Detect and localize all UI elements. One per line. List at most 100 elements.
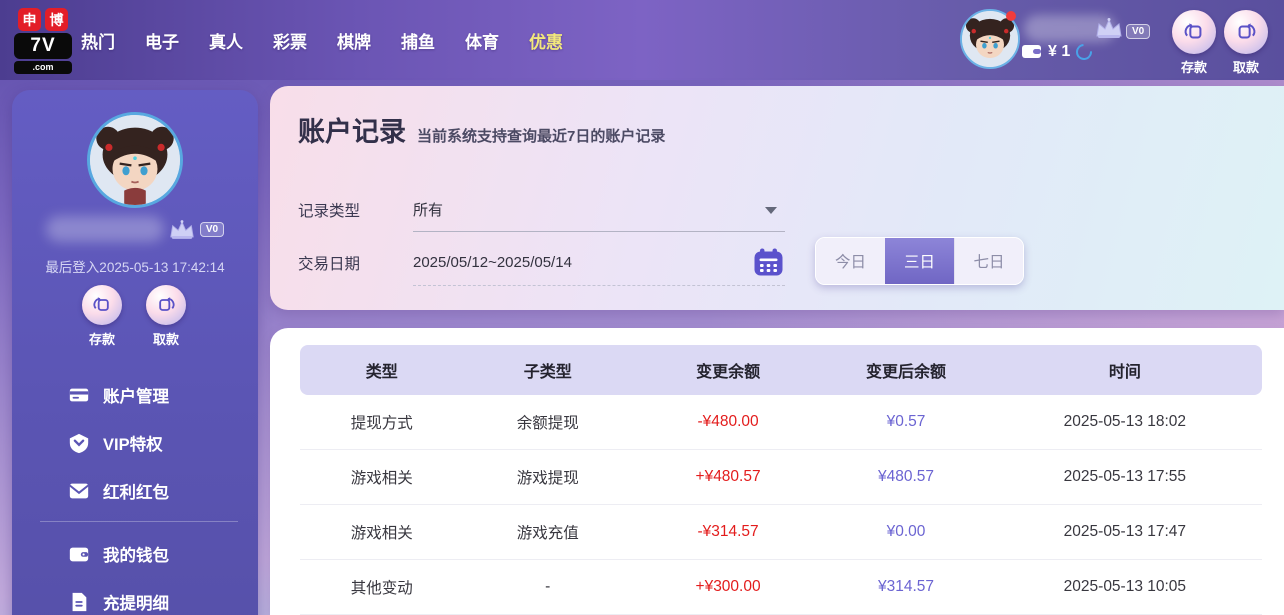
page-title-row: 账户记录 当前系统支持查询最近7日的账户记录	[298, 110, 665, 149]
cell-type: 提现方式	[350, 415, 413, 432]
page: 申 博 7V .com 热门 电子 真人 彩票 棋牌 捕鱼 体育 优惠 V0 ¥…	[0, 0, 1284, 615]
avatar-image	[90, 115, 180, 205]
crown-icon	[1096, 18, 1122, 38]
tab-today[interactable]: 今日	[816, 238, 885, 284]
col-change: 变更余额	[696, 364, 761, 381]
cell-after-amount: ¥314.57	[878, 578, 935, 595]
date-range-value: 2025/05/12~2025/05/14	[413, 254, 572, 271]
filter-panel: 账户记录 当前系统支持查询最近7日的账户记录 记录类型 所有 交易日期 2025…	[270, 86, 1284, 310]
nav-item-slots[interactable]: 电子	[130, 28, 194, 53]
withdraw-icon	[1238, 23, 1256, 39]
sidebar-item-label: VIP特权	[103, 436, 163, 454]
cell-time: 2025-05-13 17:55	[1063, 468, 1187, 485]
chevron-down-icon	[765, 207, 777, 214]
vip-badge: V0	[1126, 24, 1151, 39]
balance-amount: ¥ 1	[1048, 43, 1071, 60]
sidebar-withdraw-label: 取款	[152, 332, 179, 347]
sidebar-item-label: 红利红包	[103, 484, 169, 502]
calendar-icon[interactable]	[754, 248, 783, 281]
cell-subtype: -	[545, 578, 551, 595]
col-after: 变更后余额	[866, 364, 947, 381]
sidebar-withdraw-button[interactable]: 取款	[140, 285, 192, 348]
cell-type: 游戏相关	[350, 525, 413, 542]
brand-logo[interactable]: 申 博 7V .com	[14, 8, 72, 74]
logo-suffix: .com	[14, 61, 72, 74]
cell-type: 游戏相关	[350, 470, 413, 487]
deposit-button[interactable]: 存款	[1170, 10, 1218, 76]
record-type-label: 记录类型	[298, 203, 361, 220]
record-type-select[interactable]: 所有	[413, 188, 785, 232]
sidebar-deposit-label: 存款	[88, 332, 115, 347]
sidebar-item-my-wallet[interactable]: 我的钱包	[12, 530, 258, 578]
refresh-balance-icon[interactable]	[1072, 40, 1096, 64]
nav-item-hot[interactable]: 热门	[66, 28, 130, 53]
sidebar-item-red-packet[interactable]: 红利红包	[12, 467, 258, 515]
page-title: 账户记录	[298, 117, 406, 147]
cell-time: 2025-05-13 17:47	[1063, 523, 1187, 540]
cell-change-amount: -¥480.00	[697, 413, 759, 430]
table-row: 提现方式 余额提现 -¥480.00 ¥0.57 2025-05-13 18:0…	[300, 395, 1262, 450]
sidebar: V0 最后登入2025-05-13 17:42:14 存款 取款 账户管理 VI…	[12, 90, 258, 615]
date-range-filter: 交易日期 2025/05/12~2025/05/14	[298, 240, 785, 286]
cell-after-amount: ¥0.57	[886, 413, 926, 430]
record-type-filter: 记录类型 所有	[298, 188, 785, 232]
nav-item-live[interactable]: 真人	[194, 28, 258, 53]
logo-badge: 申	[18, 8, 41, 31]
header-avatar[interactable]	[960, 9, 1020, 69]
last-login-text: 最后登入2025-05-13 17:42:14	[45, 260, 225, 275]
crown-icon	[170, 219, 194, 239]
record-type-value: 所有	[413, 202, 444, 219]
deposit-label: 存款	[1180, 60, 1207, 75]
statement-icon	[68, 591, 90, 613]
profile-avatar[interactable]	[87, 112, 183, 208]
cell-change-amount: +¥480.57	[695, 468, 761, 485]
cell-after-amount: ¥0.00	[886, 523, 926, 540]
sidebar-deposit-button[interactable]: 存款	[76, 285, 128, 348]
balance-row: ¥ 1	[1022, 40, 1096, 64]
sidebar-item-label: 我的钱包	[103, 547, 169, 565]
logo-badge: 博	[45, 8, 68, 31]
cell-subtype: 游戏充值	[516, 525, 579, 542]
logo-text: 7V	[14, 33, 72, 59]
col-time: 时间	[1108, 364, 1141, 381]
tab-three-days[interactable]: 三日	[885, 238, 954, 284]
nav-item-sports[interactable]: 体育	[450, 28, 514, 53]
nav-item-cards[interactable]: 棋牌	[322, 28, 386, 53]
main-nav: 热门 电子 真人 彩票 棋牌 捕鱼 体育 优惠	[66, 0, 578, 80]
vip-level: V0	[1094, 17, 1151, 39]
col-subtype: 子类型	[523, 364, 572, 381]
withdraw-button[interactable]: 取款	[1222, 10, 1270, 76]
date-range-input[interactable]: 2025/05/12~2025/05/14	[413, 240, 785, 286]
table-row: 其他变动 - +¥300.00 ¥314.57 2025-05-13 10:05	[300, 560, 1262, 615]
vip-badge: V0	[199, 221, 225, 237]
cell-subtype: 余额提现	[516, 415, 579, 432]
tab-seven-days[interactable]: 七日	[954, 238, 1023, 284]
records-table: 类型 子类型 变更余额 变更后余额 时间 提现方式 余额提现 -¥480.00 …	[300, 345, 1262, 615]
profile-name-row: V0	[12, 216, 258, 242]
table-row: 游戏相关 游戏充值 -¥314.57 ¥0.00 2025-05-13 17:4…	[300, 505, 1262, 560]
notification-dot	[1006, 11, 1016, 21]
cell-change-amount: -¥314.57	[697, 523, 759, 540]
table-row: 游戏相关 游戏提现 +¥480.57 ¥480.57 2025-05-13 17…	[300, 450, 1262, 505]
wallet-icon	[1022, 45, 1041, 58]
sidebar-item-label: 充提明细	[103, 595, 169, 613]
table-header: 类型 子类型 变更余额 变更后余额 时间	[300, 345, 1262, 395]
nav-item-promo[interactable]: 优惠	[514, 28, 578, 53]
date-range-label: 交易日期	[298, 256, 361, 273]
nav-item-fishing[interactable]: 捕鱼	[386, 28, 450, 53]
sidebar-item-account-management[interactable]: 账户管理	[12, 371, 258, 419]
deposit-icon	[1184, 23, 1202, 39]
records-panel: 类型 子类型 变更余额 变更后余额 时间 提现方式 余额提现 -¥480.00 …	[270, 328, 1284, 615]
sidebar-item-transaction-details[interactable]: 充提明细	[12, 578, 258, 615]
vip-icon	[68, 432, 90, 454]
sidebar-item-label: 账户管理	[103, 388, 169, 406]
date-range-tabs: 今日 三日 七日	[815, 237, 1024, 285]
username-blurred	[45, 216, 164, 242]
cell-subtype: 游戏提现	[516, 470, 579, 487]
wallet-icon	[68, 543, 90, 565]
top-nav: 申 博 7V .com 热门 电子 真人 彩票 棋牌 捕鱼 体育 优惠 V0 ¥…	[0, 0, 1284, 80]
cell-type: 其他变动	[350, 580, 413, 597]
sidebar-item-vip[interactable]: VIP特权	[12, 419, 258, 467]
nav-item-lottery[interactable]: 彩票	[258, 28, 322, 53]
cell-after-amount: ¥480.57	[878, 468, 935, 485]
